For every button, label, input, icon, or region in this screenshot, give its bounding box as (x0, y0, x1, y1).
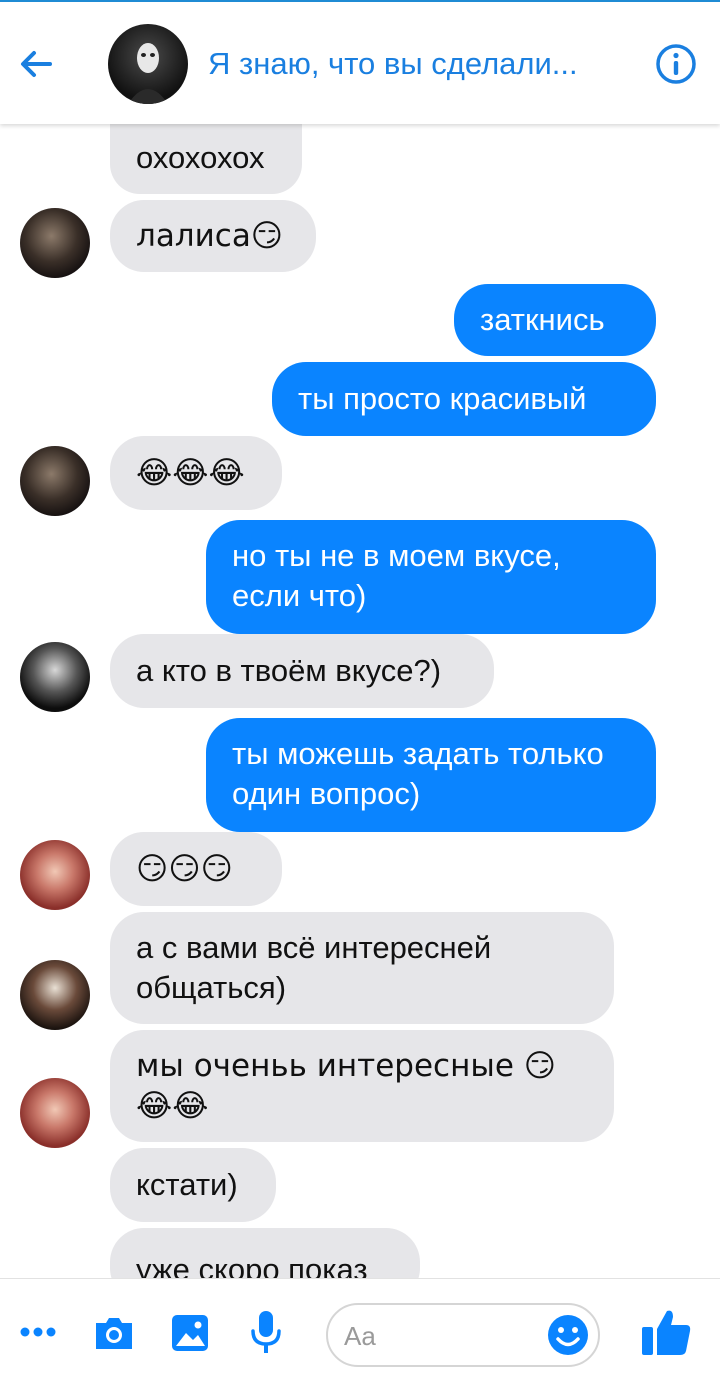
incoming-message[interactable]: мы оченьь интересные 😏😂😂 (110, 1030, 614, 1142)
message-text: мы оченьь интересные 😏😂😂 (136, 1048, 557, 1124)
image-icon[interactable] (170, 1313, 210, 1353)
message-text: 😂😂😂 (136, 455, 245, 491)
emoji-icon[interactable] (546, 1313, 590, 1357)
message-text: ты можешь задать только один вопрос) (232, 736, 604, 811)
incoming-message[interactable]: уже скоро показ (110, 1228, 420, 1278)
sender-avatar[interactable] (20, 1078, 90, 1148)
message-text: а с вами всё интересней общаться) (136, 930, 492, 1005)
message-text: уже скоро показ (136, 1252, 368, 1278)
sender-avatar[interactable] (20, 840, 90, 910)
incoming-message[interactable]: 😂😂😂 (110, 436, 282, 510)
sender-avatar[interactable] (20, 642, 90, 712)
microphone-icon[interactable] (248, 1309, 284, 1355)
more-icon[interactable] (18, 1317, 58, 1347)
message-text: но ты не в моем вкусе, если что) (232, 538, 561, 613)
incoming-message[interactable]: 😏😏😏 (110, 832, 282, 906)
incoming-message[interactable]: а кто в твоём вкусе?) (110, 634, 494, 708)
message-text: кстати) (136, 1167, 238, 1202)
composer-bar (0, 1278, 720, 1385)
conversation-title[interactable]: Я знаю, что вы сделали... (208, 46, 618, 82)
message-text: а кто в твоём вкусе?) (136, 653, 442, 688)
message-text: ты просто красивый (298, 381, 587, 416)
outgoing-message[interactable]: но ты не в моем вкусе, если что) (206, 520, 656, 634)
sender-avatar[interactable] (20, 960, 90, 1030)
outgoing-message[interactable]: ты можешь задать только один вопрос) (206, 718, 656, 832)
back-arrow-icon[interactable] (14, 42, 58, 86)
incoming-message[interactable]: а с вами всё интересней общаться) (110, 912, 614, 1024)
sender-avatar[interactable] (20, 446, 90, 516)
outgoing-message[interactable]: ты просто красивый (272, 362, 656, 436)
message-text: 😏😏😏 (136, 851, 233, 887)
sender-avatar[interactable] (20, 208, 90, 278)
message-text: лалиса😏 (136, 218, 284, 254)
message-composer[interactable] (326, 1303, 600, 1367)
conversation-header: Я знаю, что вы сделали... (0, 0, 720, 124)
conversation-avatar[interactable] (108, 24, 188, 104)
incoming-message[interactable]: кстати) (110, 1148, 276, 1222)
outgoing-message[interactable]: заткнись (454, 284, 656, 356)
message-list[interactable]: охохохох лалиса😏 заткнись ты просто крас… (0, 122, 720, 1278)
message-text: охохохох (136, 140, 265, 175)
message-text: заткнись (480, 302, 605, 337)
thumbs-up-icon[interactable] (640, 1307, 692, 1357)
incoming-message[interactable]: лалиса😏 (110, 200, 316, 272)
message-input[interactable] (342, 1313, 546, 1359)
info-icon[interactable] (654, 42, 698, 86)
incoming-message[interactable]: охохохох (110, 122, 302, 194)
camera-icon[interactable] (92, 1313, 136, 1353)
